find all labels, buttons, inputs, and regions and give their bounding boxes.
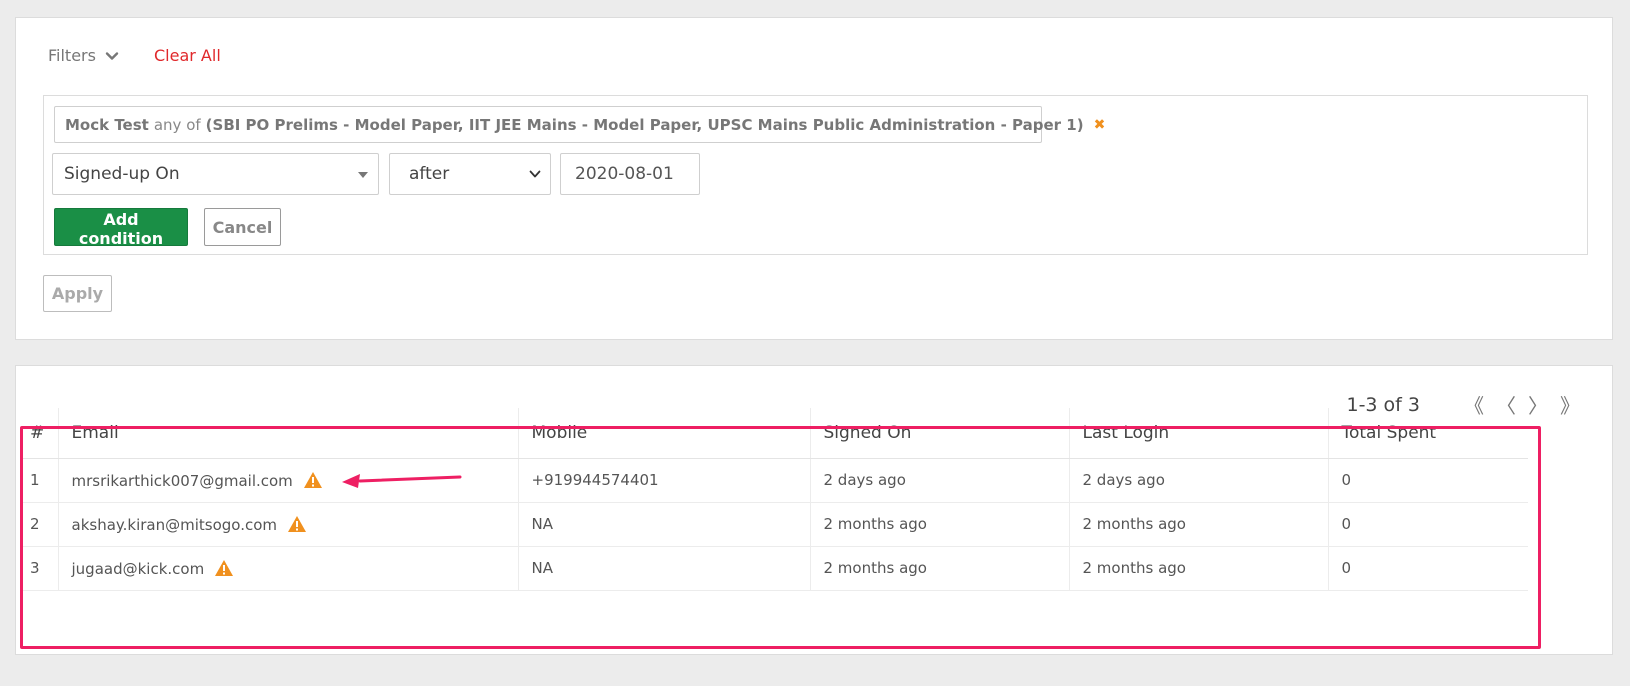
field-select-value: Signed-up On: [64, 164, 180, 184]
date-value-input[interactable]: [560, 153, 700, 195]
filters-toggle[interactable]: Filters: [48, 46, 120, 65]
conditions-box: Mock Test any of (SBI PO Prelims - Model…: [43, 95, 1588, 255]
last-page-button[interactable]: 》: [1554, 390, 1586, 419]
filters-panel: Filters Clear All Mock Test any of (SBI …: [15, 17, 1613, 340]
operator-select[interactable]: after: [389, 153, 551, 195]
condition-tag-operator: any of: [153, 115, 201, 134]
operator-select-value: after: [409, 164, 450, 184]
condition-tag-values: (SBI PO Prelims - Model Paper, IIT JEE M…: [205, 115, 1084, 134]
table-highlight-box: [20, 426, 1541, 649]
chevron-down-icon: [529, 170, 541, 178]
condition-tag: Mock Test any of (SBI PO Prelims - Model…: [54, 106, 1105, 143]
annotation-arrow-icon: [342, 474, 462, 488]
add-condition-button[interactable]: Add condition: [54, 208, 188, 248]
filters-label: Filters: [48, 46, 96, 65]
close-x-icon[interactable]: ✖: [1094, 117, 1106, 133]
clear-all-link[interactable]: Clear All: [154, 46, 221, 65]
chevron-down-icon: [105, 51, 119, 60]
apply-button[interactable]: Apply: [43, 275, 112, 312]
field-select[interactable]: Signed-up On: [52, 153, 379, 195]
results-panel: 1-3 of 3 《 〈 〉 》 # Email Mobile Signed O…: [15, 365, 1613, 655]
condition-tag-field: Mock Test: [65, 115, 149, 134]
cancel-button[interactable]: Cancel: [204, 208, 281, 246]
caret-down-icon: [358, 172, 368, 178]
